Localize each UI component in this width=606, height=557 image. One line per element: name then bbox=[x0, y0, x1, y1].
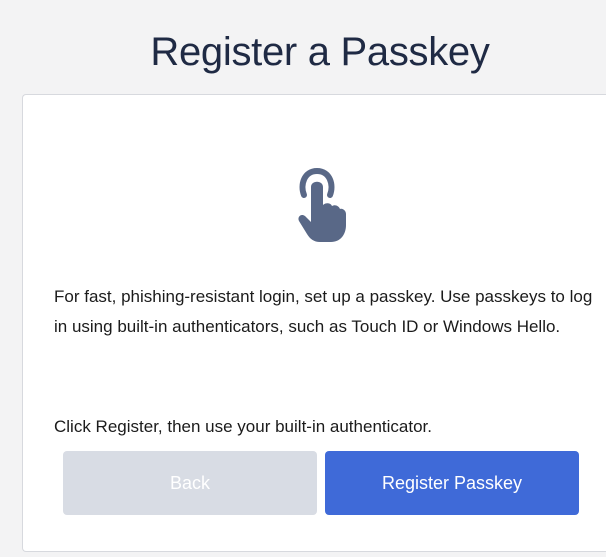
touch-finger-icon bbox=[290, 165, 350, 245]
back-button[interactable]: Back bbox=[63, 451, 317, 515]
register-passkey-button[interactable]: Register Passkey bbox=[325, 451, 579, 515]
register-instruction: Click Register, then use your built-in a… bbox=[54, 417, 432, 436]
page-title: Register a Passkey bbox=[150, 30, 490, 74]
passkey-description: For fast, phishing-resistant login, set … bbox=[54, 287, 593, 336]
passkey-card: For fast, phishing-resistant login, set … bbox=[22, 94, 606, 552]
